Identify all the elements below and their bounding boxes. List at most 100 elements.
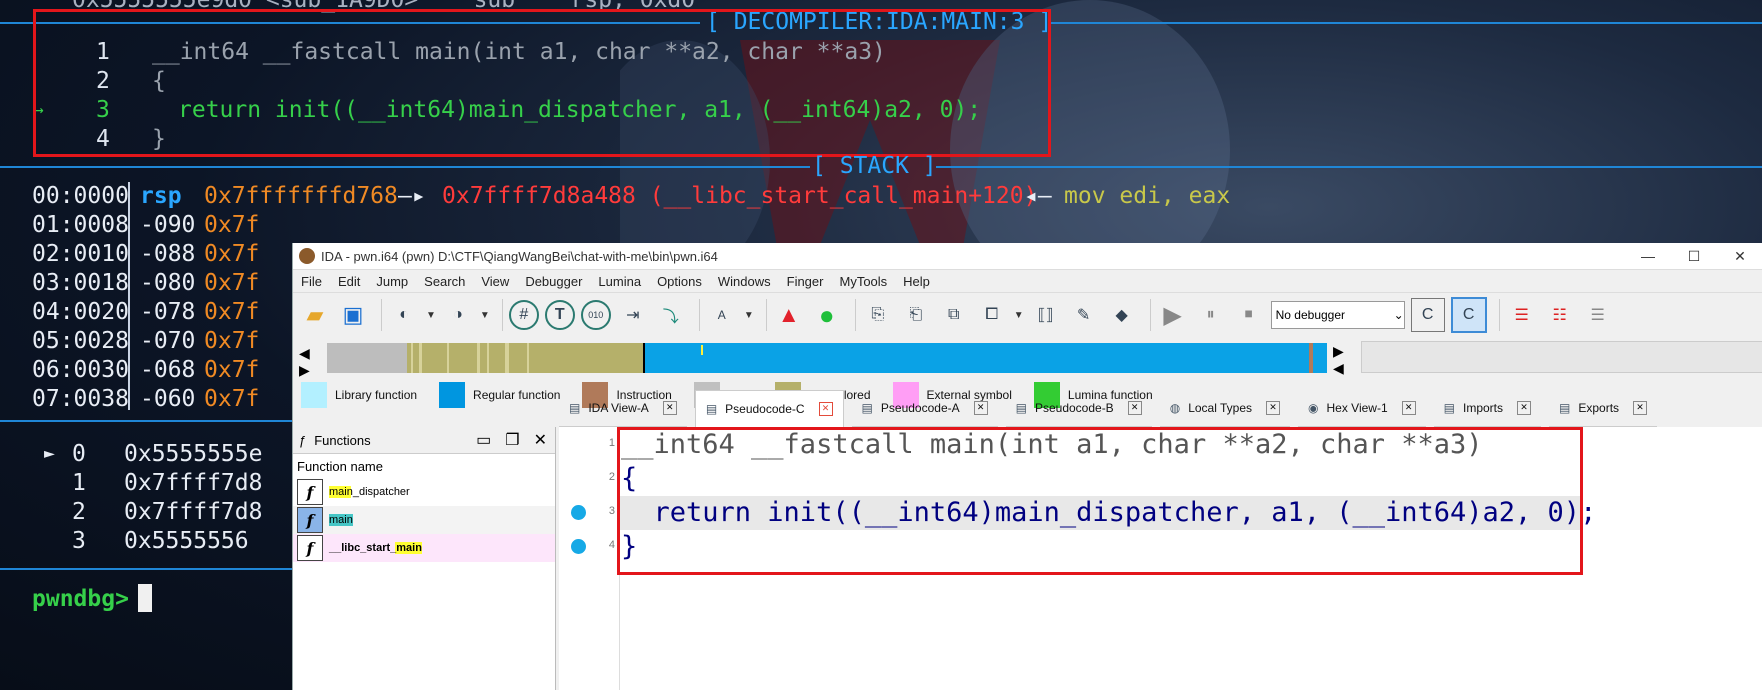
stack-arrow: —▸ [398, 183, 426, 209]
pause-icon[interactable]: ⏸ [1195, 299, 1227, 331]
panel-close-icon[interactable]: ✕ [534, 430, 547, 450]
stop-icon[interactable]: ⏹ [1233, 299, 1265, 331]
hash-icon[interactable]: # [508, 300, 539, 330]
tab-pseudocode-a[interactable]: ▤ Pseudocode-A ✕ [851, 390, 998, 427]
decompile-active-icon[interactable]: C [1450, 297, 1487, 333]
stack-register: -070 [140, 328, 196, 354]
breakpoint-settings-icon[interactable]: ☰ [1582, 299, 1614, 331]
menu-edit[interactable]: Edit [330, 274, 368, 289]
function-row[interactable]: f main [293, 506, 555, 534]
pencil-icon[interactable]: ✎ [1068, 299, 1100, 331]
ida-titlebar[interactable]: IDA - pwn.i64 (pwn) D:\CTF\QiangWangBei\… [293, 243, 1762, 270]
nav-overview-panel[interactable] [1361, 341, 1762, 373]
tab-icon: ▤ [1015, 401, 1027, 415]
stack-divider [128, 182, 130, 410]
tab-close-icon[interactable]: ✕ [818, 402, 833, 416]
text-icon[interactable]: T [544, 300, 575, 330]
panel-float-icon[interactable]: ❐ [505, 430, 519, 450]
jump-down-icon[interactable]: ⤵ [655, 299, 687, 331]
toolbar-separator [698, 299, 700, 331]
tab-icon: ▤ [569, 401, 581, 415]
tab-close-icon[interactable]: ✕ [1266, 401, 1281, 415]
stack-register: -088 [140, 241, 196, 267]
tab-close-icon[interactable]: ✕ [1401, 401, 1416, 415]
maximize-button[interactable]: ☐ [1671, 248, 1717, 265]
menu-debugger[interactable]: Debugger [517, 274, 590, 289]
string-dropdown-icon[interactable]: ▼ [744, 310, 754, 321]
string-icon[interactable]: A [706, 299, 738, 331]
back-dropdown-icon[interactable]: ▼ [426, 310, 436, 321]
menu-lumina[interactable]: Lumina [590, 274, 649, 289]
tab-ida-view-a[interactable]: ▤ IDA View-A ✕ [559, 390, 687, 427]
stack-separator-right [936, 166, 1762, 168]
function-name-column-header[interactable]: Function name [293, 454, 555, 478]
forward-dropdown-icon[interactable]: ▼ [480, 310, 490, 321]
create-function-icon[interactable]: ⎘ [862, 299, 894, 331]
struct-dropdown-icon[interactable]: ▼ [1014, 310, 1024, 321]
menu-windows[interactable]: Windows [710, 274, 779, 289]
tab-label: IDA View-A [588, 401, 649, 415]
diamond-icon[interactable]: ◆ [1106, 299, 1138, 331]
goto-icon[interactable]: ⇥ [617, 299, 649, 331]
function-row[interactable]: f main_dispatcher [293, 478, 555, 506]
ida-app-icon [299, 248, 315, 264]
breakpoint-dot-icon[interactable] [571, 539, 586, 554]
menu-options[interactable]: Options [649, 274, 710, 289]
tab-close-icon[interactable]: ✕ [1127, 401, 1142, 415]
function-row[interactable]: f __libc_start_main [293, 534, 555, 562]
tab-close-icon[interactable]: ✕ [1517, 401, 1531, 415]
breakpoint-list-icon[interactable]: ☰ [1506, 299, 1538, 331]
backtrace-index: 2 [72, 499, 86, 525]
stack-target: 0x7ffff7d8a488 (__libc_start_call_main+1… [442, 183, 1038, 209]
add-struct-icon[interactable]: ⧠ [976, 299, 1008, 331]
nav-right-arrow-icon[interactable]: ▶ ◀ [1333, 343, 1344, 377]
text-cursor[interactable] [138, 584, 152, 612]
toolbar-separator [765, 299, 767, 331]
open-folder-icon[interactable]: ▰ [299, 299, 331, 331]
edit-function-icon[interactable]: ⎗ [900, 299, 932, 331]
navigation-bar[interactable] [327, 343, 1327, 373]
backtrace-address: 0x5555556 [124, 528, 249, 554]
struct-icon[interactable]: ⧉ [938, 299, 970, 331]
nav-left-arrow-icon[interactable]: ◀ ▶ [299, 345, 310, 379]
play-icon[interactable]: ▶ [1157, 299, 1189, 331]
tab-close-icon[interactable]: ✕ [1633, 401, 1648, 415]
stack-register: -068 [140, 357, 196, 383]
decompile-icon[interactable]: C [1410, 298, 1445, 332]
panel-maximize-icon[interactable]: ▭ [476, 430, 491, 450]
green-circle-icon[interactable]: ● [811, 299, 843, 331]
stack-title: [ STACK ] [812, 153, 937, 179]
menu-view[interactable]: View [473, 274, 517, 289]
breakpoint-dot-icon[interactable] [571, 505, 586, 520]
tab-pseudocode-c[interactable]: ▤ Pseudocode-C ✕ [694, 390, 844, 427]
minimize-button[interactable]: — [1625, 248, 1671, 265]
debugger-select-value: No debugger [1275, 308, 1346, 322]
tab-hex-view-1[interactable]: ◉ Hex View-1 ✕ [1298, 390, 1426, 427]
menu-search[interactable]: Search [416, 274, 473, 289]
tab-exports[interactable]: ▤ Exports ✕ [1549, 390, 1658, 427]
backtrace-address: 0x5555555e [124, 441, 263, 467]
menu-mytools[interactable]: MyTools [831, 274, 895, 289]
close-button[interactable]: ✕ [1717, 248, 1762, 265]
menu-jump[interactable]: Jump [368, 274, 416, 289]
back-icon[interactable]: ◐ [388, 299, 420, 331]
tab-pseudocode-b[interactable]: ▤ Pseudocode-B ✕ [1005, 390, 1152, 427]
tab-close-icon[interactable]: ✕ [973, 401, 988, 415]
pseudocode-view[interactable]: 1234 __int64 __fastcall main(int a1, cha… [559, 427, 1762, 690]
menu-file[interactable]: File [293, 274, 330, 289]
tab-imports[interactable]: ▤ Imports ✕ [1433, 390, 1541, 427]
red-triangle-icon[interactable]: ▲ [773, 299, 805, 331]
save-icon[interactable]: ▣ [337, 299, 369, 331]
stack-address: 0x7f [204, 386, 260, 412]
tab-close-icon[interactable]: ✕ [662, 401, 677, 415]
menu-finger[interactable]: Finger [779, 274, 832, 289]
debugger-select[interactable]: No debugger ⌄ [1270, 301, 1405, 329]
legend-label: Regular function [473, 388, 561, 402]
brackets-icon[interactable]: ⟦⟧ [1030, 299, 1062, 331]
tab-local-types[interactable]: ◍ Local Types ✕ [1159, 390, 1291, 427]
menu-help[interactable]: Help [895, 274, 938, 289]
navigation-band[interactable]: ◀ ▶ ▶ ◀ [293, 339, 1762, 378]
add-breakpoint-icon[interactable]: ☷ [1544, 299, 1576, 331]
forward-icon[interactable]: ◑ [442, 299, 474, 331]
binary-icon[interactable]: 010 [580, 300, 611, 330]
